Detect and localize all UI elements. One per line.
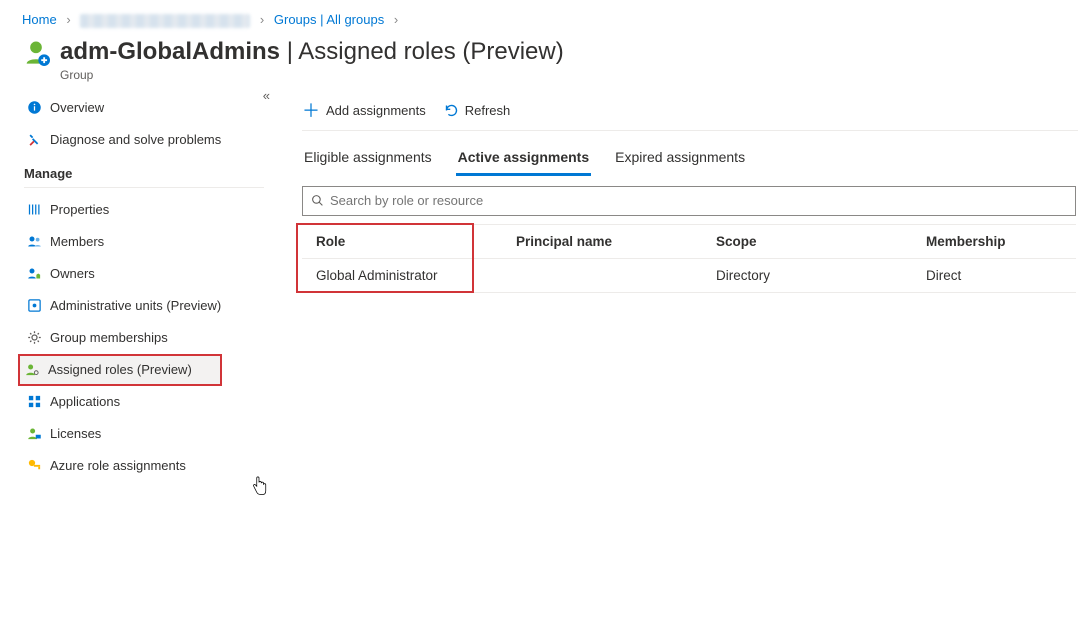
breadcrumb-sep: ›	[260, 12, 264, 27]
sidebar-item-label: Applications	[50, 394, 120, 409]
sidebar-item-administrative-units-preview-[interactable]: Administrative units (Preview)	[22, 290, 278, 322]
sidebar-item-label: Owners	[50, 266, 95, 281]
sidebar-item-azure-role-assignments[interactable]: Azure role assignments	[22, 450, 278, 482]
gear-icon	[26, 330, 42, 346]
table-header-row: Role Principal name Scope Membership	[302, 225, 1076, 259]
key-icon	[26, 458, 42, 474]
assignments-table: Role Principal name Scope Membership Glo…	[302, 224, 1076, 293]
page-subtitle: Group	[60, 68, 1090, 82]
owners-icon	[26, 266, 42, 282]
admin-unit-icon	[26, 298, 42, 314]
main-panel: ＋ Add assignments Refresh Eligible assig…	[278, 92, 1090, 482]
sidebar-item-group-memberships[interactable]: Group memberships	[22, 322, 278, 354]
sidebar-item-label: Group memberships	[50, 330, 168, 345]
cell-membership: Direct	[926, 268, 1076, 283]
wrench-icon	[26, 132, 42, 148]
tabs: Eligible assignments Active assignments Ex…	[302, 143, 1078, 176]
group-icon	[22, 38, 50, 66]
breadcrumb-directory[interactable]	[80, 12, 250, 27]
refresh-icon	[444, 103, 459, 118]
members-icon	[26, 234, 42, 250]
col-role[interactable]: Role	[316, 234, 516, 249]
info-icon	[26, 100, 42, 116]
apps-icon	[26, 394, 42, 410]
sidebar-item-properties[interactable]: Properties	[22, 194, 278, 226]
sidebar-item-members[interactable]: Members	[22, 226, 278, 258]
sidebar-section-manage: Manage	[24, 166, 264, 188]
sidebar-item-licenses[interactable]: Licenses	[22, 418, 278, 450]
breadcrumb-sep: ›	[394, 12, 398, 27]
license-icon	[26, 426, 42, 442]
sidebar-item-label: Administrative units (Preview)	[50, 298, 221, 313]
table-row[interactable]: Global Administrator DirectoryDirect	[302, 259, 1076, 293]
toolbar: ＋ Add assignments Refresh	[302, 100, 1078, 131]
sidebar-item-diagnose-and-solve-problems[interactable]: Diagnose and solve problems	[22, 124, 278, 156]
search-icon	[311, 194, 324, 207]
collapse-sidebar-icon[interactable]: «	[263, 88, 270, 103]
col-membership[interactable]: Membership	[926, 234, 1076, 249]
tab-expired-assignments[interactable]: Expired assignments	[613, 143, 747, 176]
sidebar-item-overview[interactable]: Overview	[22, 92, 278, 124]
col-scope[interactable]: Scope	[716, 234, 926, 249]
breadcrumb-groups[interactable]: Groups | All groups	[274, 12, 384, 27]
cell-role: Global Administrator	[316, 268, 516, 283]
sidebar: « OverviewDiagnose and solve problems Ma…	[0, 92, 278, 482]
search-bar[interactable]	[302, 186, 1076, 216]
tab-eligible-assignments[interactable]: Eligible assignments	[302, 143, 434, 176]
tab-active-assignments[interactable]: Active assignments	[456, 143, 592, 176]
page-header: adm-GlobalAdmins | Assigned roles (Previ…	[0, 28, 1090, 72]
refresh-button[interactable]: Refresh	[444, 103, 511, 118]
person-gear-icon	[24, 362, 40, 378]
add-assignments-button[interactable]: ＋ Add assignments	[302, 102, 426, 120]
sidebar-item-owners[interactable]: Owners	[22, 258, 278, 290]
page-title: adm-GlobalAdmins | Assigned roles (Previ…	[60, 38, 564, 66]
col-principal[interactable]: Principal name	[516, 234, 716, 249]
sidebar-item-label: Properties	[50, 202, 109, 217]
breadcrumb-home[interactable]: Home	[22, 12, 57, 27]
search-input[interactable]	[330, 193, 1067, 208]
sidebar-item-label: Assigned roles (Preview)	[48, 362, 192, 377]
sidebar-item-label: Diagnose and solve problems	[50, 132, 221, 147]
redacted-text	[80, 14, 250, 28]
sidebar-item-label: Overview	[50, 100, 104, 115]
cell-scope: Directory	[716, 268, 926, 283]
breadcrumb-sep: ›	[66, 12, 70, 27]
sidebar-item-label: Licenses	[50, 426, 101, 441]
props-icon	[26, 202, 42, 218]
sidebar-item-assigned-roles-preview-[interactable]: Assigned roles (Preview)	[18, 354, 222, 386]
sidebar-item-label: Members	[50, 234, 104, 249]
sidebar-item-applications[interactable]: Applications	[22, 386, 278, 418]
breadcrumb: Home › › Groups | All groups ›	[0, 0, 1090, 28]
sidebar-item-label: Azure role assignments	[50, 458, 186, 473]
plus-icon: ＋	[302, 102, 320, 120]
